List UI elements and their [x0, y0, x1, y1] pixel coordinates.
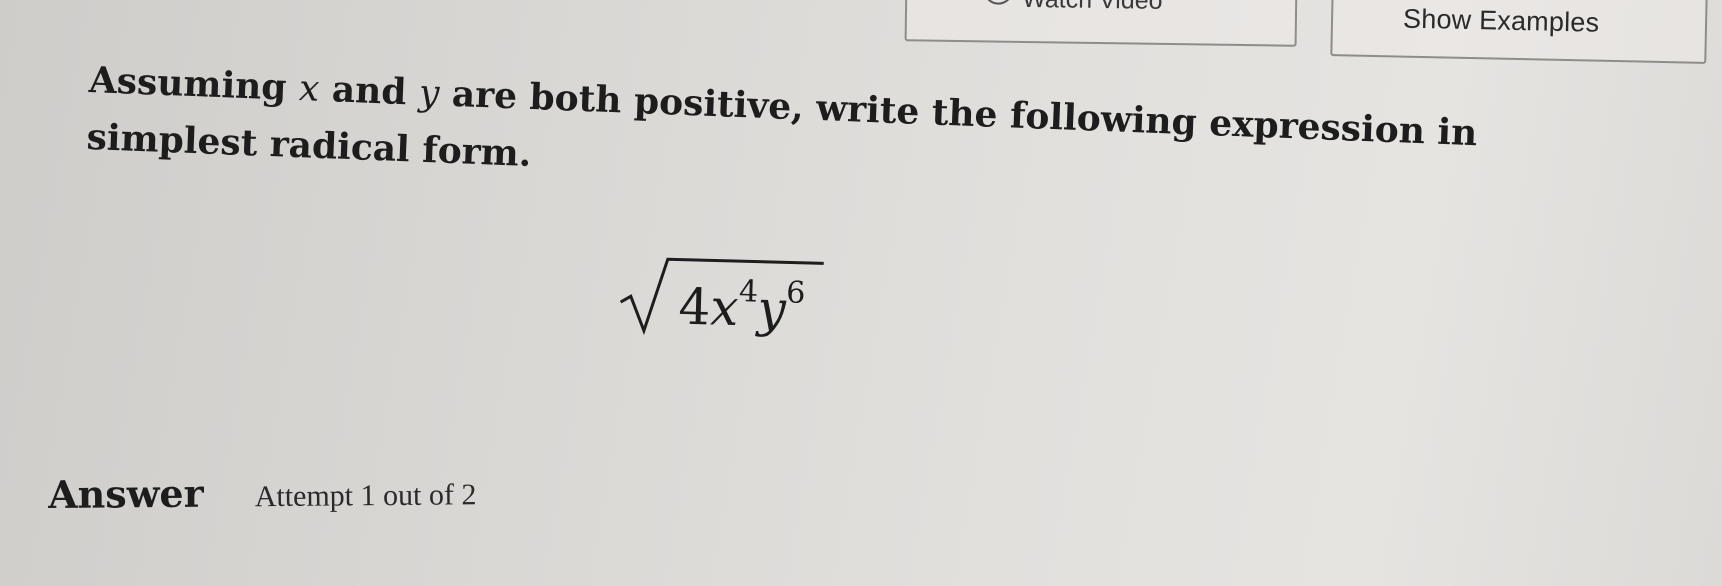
radical-expression: 4x4y6	[616, 250, 824, 340]
attempt-counter: Attempt 1 out of 2	[254, 478, 477, 514]
coefficient: 4	[677, 277, 712, 337]
radicand: 4x4y6	[677, 274, 806, 339]
question-part-3: are both positive, write the following e…	[85, 72, 1479, 176]
show-examples-button[interactable]: Show Examples	[1330, 0, 1708, 64]
answer-label: Answer	[48, 470, 204, 517]
question-part-1: Assuming	[88, 58, 288, 109]
exponent-x: 4	[738, 274, 759, 311]
radicand-variable-y: y	[756, 279, 787, 339]
radicand-variable-x: x	[709, 278, 740, 338]
answer-row: Answer Attempt 1 out of 2	[48, 468, 477, 517]
watch-video-label: Watch Video	[1022, 0, 1163, 16]
variable-y: y	[418, 72, 441, 115]
watch-video-button[interactable]: Watch Video	[904, 0, 1298, 47]
show-examples-label: Show Examples	[1402, 3, 1600, 38]
exponent-y: 6	[785, 275, 806, 312]
question-part-2: and	[331, 68, 408, 114]
question-text: Assuming x and y are both positive, writ…	[86, 52, 1609, 223]
play-circle-icon	[983, 0, 1014, 5]
variable-x: x	[298, 68, 321, 110]
